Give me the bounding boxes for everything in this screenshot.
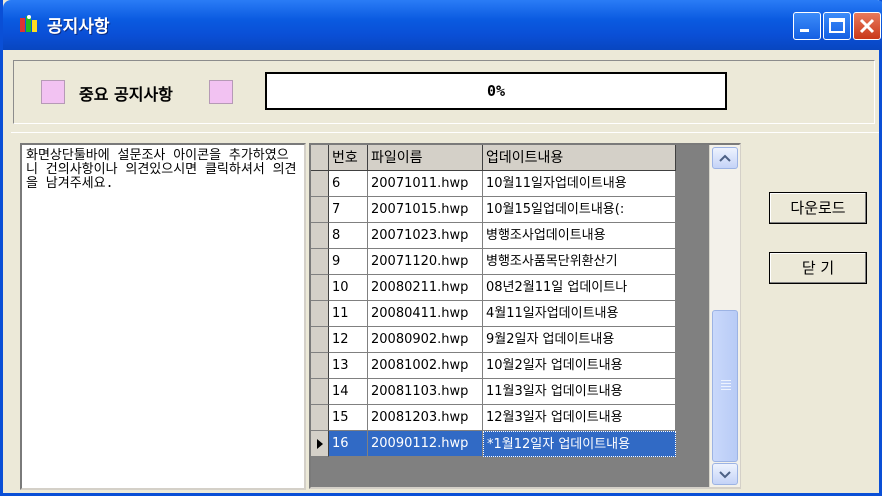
app-icon bbox=[20, 15, 37, 32]
cell-no[interactable]: 14 bbox=[329, 379, 368, 405]
table-row[interactable]: 12 20080902.hwp 9월2일자 업데이트내용 bbox=[311, 327, 676, 353]
table-row[interactable]: 9 20071120.hwp 병행조사품목단위환산기 bbox=[311, 249, 676, 275]
maximize-button[interactable] bbox=[823, 12, 851, 40]
cell-file[interactable]: 20081203.hwp bbox=[368, 405, 483, 431]
cell-desc[interactable]: 08년2월11일 업데이트나 bbox=[483, 275, 676, 301]
notice-message: 화면상단툴바에 설문조사 아이콘을 추가하였으니 건의사항이나 의견있으시면 클… bbox=[20, 143, 306, 490]
column-header-file[interactable]: 파일이름 bbox=[368, 145, 483, 171]
row-indicator[interactable] bbox=[311, 327, 329, 353]
cell-no[interactable]: 10 bbox=[329, 275, 368, 301]
table-row[interactable]: 11 20080411.hwp 4월11일자업데이트내용 bbox=[311, 301, 676, 327]
cell-file[interactable]: 20081002.hwp bbox=[368, 353, 483, 379]
row-indicator[interactable] bbox=[311, 353, 329, 379]
cell-desc[interactable]: 병행조사업데이트내용 bbox=[483, 223, 676, 249]
cell-desc[interactable]: 12월3일자 업데이트내용 bbox=[483, 405, 676, 431]
scroll-up-button[interactable] bbox=[712, 147, 738, 169]
row-indicator-header bbox=[311, 145, 329, 171]
important-marker-left bbox=[41, 80, 65, 104]
column-header-no[interactable]: 번호 bbox=[329, 145, 368, 171]
download-button[interactable]: 다운로드 bbox=[769, 192, 867, 224]
cell-file[interactable]: 20071120.hwp bbox=[368, 249, 483, 275]
cell-file[interactable]: 20071011.hwp bbox=[368, 171, 483, 197]
cell-desc[interactable]: 4월11일자업데이트내용 bbox=[483, 301, 676, 327]
grip-line bbox=[721, 389, 731, 390]
important-marker-right bbox=[209, 80, 233, 104]
row-indicator[interactable] bbox=[311, 197, 329, 223]
table-row[interactable]: 8 20071023.hwp 병행조사업데이트내용 bbox=[311, 223, 676, 249]
row-indicator[interactable] bbox=[311, 405, 329, 431]
row-indicator[interactable] bbox=[311, 275, 329, 301]
cell-no[interactable]: 16 bbox=[329, 431, 368, 457]
table-row[interactable]: 6 20071011.hwp 10월11일자업데이트내용 bbox=[311, 171, 676, 197]
cell-file[interactable]: 20071015.hwp bbox=[368, 197, 483, 223]
cell-file[interactable]: 20081103.hwp bbox=[368, 379, 483, 405]
cell-desc[interactable]: 10월2일자 업데이트내용 bbox=[483, 353, 676, 379]
cell-no[interactable]: 8 bbox=[329, 223, 368, 249]
row-indicator[interactable] bbox=[311, 379, 329, 405]
row-indicator[interactable] bbox=[311, 223, 329, 249]
current-row-arrow-icon bbox=[317, 439, 323, 449]
cell-no[interactable]: 6 bbox=[329, 171, 368, 197]
close-dialog-button[interactable]: 닫 기 bbox=[769, 252, 867, 284]
minimize-icon bbox=[800, 29, 809, 32]
close-icon bbox=[859, 18, 875, 34]
grid-header: 번호 파일이름 업데이트내용 bbox=[311, 145, 676, 171]
cell-file[interactable]: 20090112.hwp bbox=[368, 431, 483, 457]
important-notice-label: 중요 공지사항 bbox=[79, 85, 173, 104]
cell-desc[interactable]: 병행조사품목단위환산기 bbox=[483, 249, 676, 275]
cell-desc[interactable]: 11월3일자 업데이트내용 bbox=[483, 379, 676, 405]
row-indicator[interactable] bbox=[311, 301, 329, 327]
window-title: 공지사항 bbox=[47, 17, 110, 37]
row-indicator[interactable] bbox=[311, 249, 329, 275]
grip-line bbox=[721, 380, 731, 381]
cell-no[interactable]: 7 bbox=[329, 197, 368, 223]
cell-no[interactable]: 9 bbox=[329, 249, 368, 275]
grip-line bbox=[721, 383, 731, 384]
table-row[interactable]: 10 20080211.hwp 08년2월11일 업데이트나 bbox=[311, 275, 676, 301]
grid-vertical-scrollbar[interactable] bbox=[709, 145, 740, 487]
cell-desc[interactable]: *1월12일자 업데이트내용 bbox=[483, 431, 676, 457]
cell-no[interactable]: 11 bbox=[329, 301, 368, 327]
table-row[interactable]: 13 20081002.hwp 10월2일자 업데이트내용 bbox=[311, 353, 676, 379]
cell-file[interactable]: 20080902.hwp bbox=[368, 327, 483, 353]
minimize-button[interactable] bbox=[793, 12, 821, 40]
download-progress: 0% bbox=[265, 72, 727, 110]
close-button[interactable] bbox=[853, 12, 881, 40]
scroll-down-button[interactable] bbox=[712, 463, 738, 485]
cell-desc[interactable]: 10월11일자업데이트내용 bbox=[483, 171, 676, 197]
scroll-thumb[interactable] bbox=[712, 310, 738, 462]
row-indicator[interactable] bbox=[311, 171, 329, 197]
cell-desc[interactable]: 10월15일업데이트내용(: bbox=[483, 197, 676, 223]
cell-no[interactable]: 13 bbox=[329, 353, 368, 379]
cell-file[interactable]: 20080211.hwp bbox=[368, 275, 483, 301]
file-grid[interactable]: 번호 파일이름 업데이트내용 6 20071011.hwp 10월11일자업데이트내… bbox=[309, 143, 741, 489]
maximize-icon bbox=[829, 18, 845, 33]
main-window: 공지사항 중요 공지사항 0% 화면상단툴바에 설문조사 아이콘을 추가하였으니… bbox=[0, 0, 882, 496]
table-row[interactable]: 16 20090112.hwp *1월12일자 업데이트내용 bbox=[311, 431, 676, 457]
table-row[interactable]: 7 20071015.hwp 10월15일업데이트내용(: bbox=[311, 197, 676, 223]
cell-no[interactable]: 15 bbox=[329, 405, 368, 431]
cell-file[interactable]: 20071023.hwp bbox=[368, 223, 483, 249]
table-row[interactable]: 14 20081103.hwp 11월3일자 업데이트내용 bbox=[311, 379, 676, 405]
cell-no[interactable]: 12 bbox=[329, 327, 368, 353]
grip-line bbox=[721, 386, 731, 387]
column-header-desc[interactable]: 업데이트내용 bbox=[483, 145, 676, 171]
chevron-up-icon bbox=[719, 154, 731, 162]
cell-file[interactable]: 20080411.hwp bbox=[368, 301, 483, 327]
cell-desc[interactable]: 9월2일자 업데이트내용 bbox=[483, 327, 676, 353]
row-indicator[interactable] bbox=[311, 431, 329, 457]
chevron-down-icon bbox=[719, 471, 731, 479]
table-row[interactable]: 15 20081203.hwp 12월3일자 업데이트내용 bbox=[311, 405, 676, 431]
title-bar[interactable]: 공지사항 bbox=[3, 0, 882, 50]
